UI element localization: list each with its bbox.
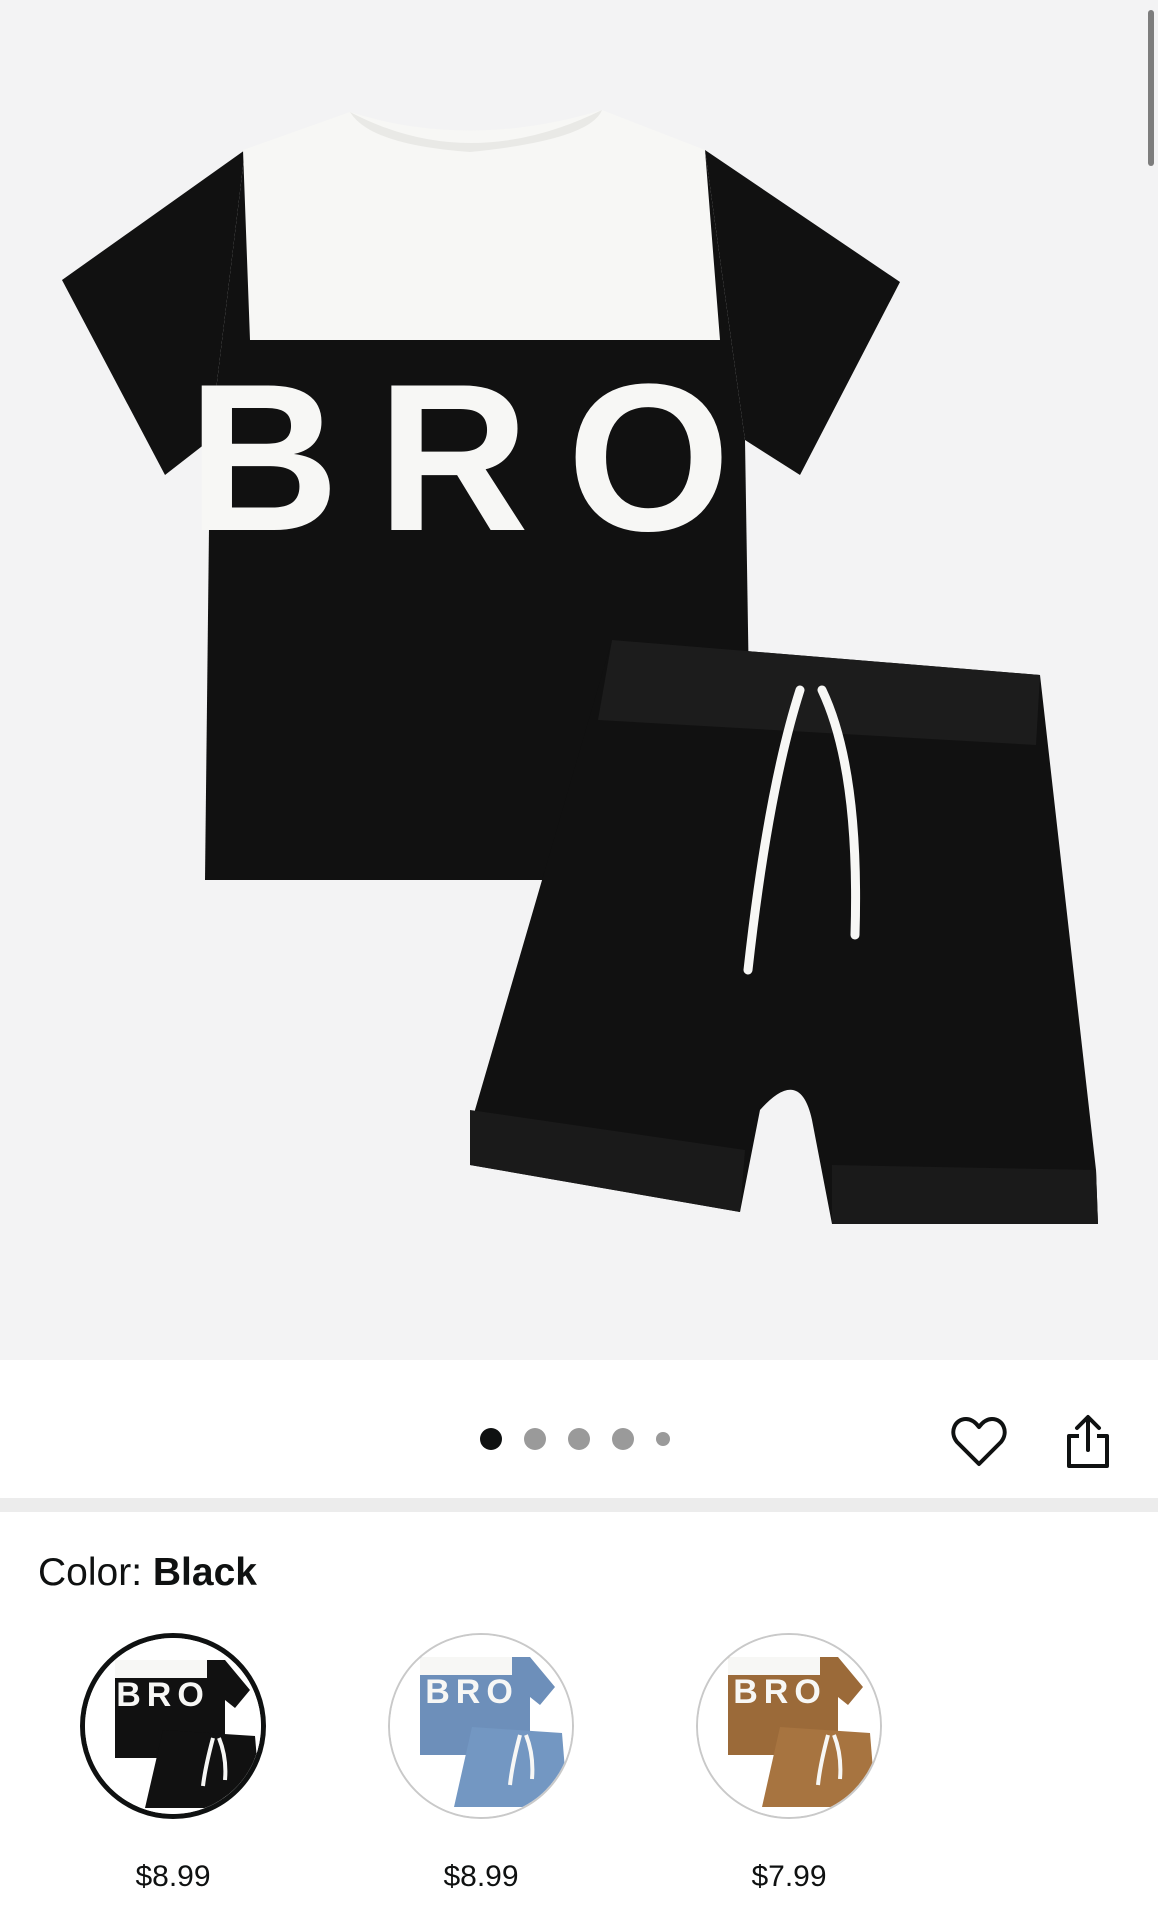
swatch-thumbnail: BRO bbox=[80, 1633, 266, 1819]
swatch-print-text: BRO bbox=[116, 1676, 210, 1714]
share-icon bbox=[1067, 1415, 1109, 1468]
share-button[interactable] bbox=[1056, 1410, 1120, 1474]
carousel-dot-3[interactable] bbox=[568, 1428, 590, 1450]
selected-color-value: Black bbox=[152, 1551, 257, 1594]
section-divider bbox=[0, 1498, 1158, 1512]
color-swatch-brown[interactable]: BRO $7.99 bbox=[694, 1633, 884, 1895]
outfit-illustration: BRO bbox=[62, 110, 1098, 1224]
swatch-print-text: BRO bbox=[425, 1673, 519, 1711]
swatch-price: $8.99 bbox=[443, 1860, 519, 1893]
image-scrollbar[interactable] bbox=[1148, 10, 1154, 166]
color-swatch-black[interactable]: BRO $8.99 bbox=[78, 1633, 268, 1895]
heart-icon bbox=[951, 1417, 1007, 1466]
carousel-indicator[interactable] bbox=[480, 1428, 670, 1450]
carousel-dot-2[interactable] bbox=[524, 1428, 546, 1450]
swatch-print-text: BRO bbox=[733, 1673, 827, 1711]
carousel-dot-4[interactable] bbox=[612, 1428, 634, 1450]
carousel-dot-5[interactable] bbox=[656, 1432, 670, 1446]
swatch-price: $7.99 bbox=[751, 1860, 827, 1893]
swatch-thumbnail: BRO bbox=[696, 1633, 882, 1819]
color-label: Color: Black bbox=[38, 1548, 257, 1598]
color-label-prefix: Color: bbox=[38, 1551, 153, 1594]
carousel-dot-1[interactable] bbox=[480, 1428, 502, 1450]
product-image[interactable]: BRO bbox=[0, 0, 1158, 1360]
color-swatch-blue[interactable]: BRO $8.99 bbox=[386, 1633, 576, 1895]
swatch-price: $8.99 bbox=[135, 1860, 211, 1893]
swatch-outfit-image: BRO bbox=[698, 1635, 880, 1817]
swatch-outfit-image: BRO bbox=[390, 1635, 572, 1817]
shirt-print-text: BRO bbox=[188, 340, 769, 575]
swatch-outfit-image: BRO bbox=[85, 1638, 261, 1814]
favorite-button[interactable] bbox=[947, 1410, 1011, 1474]
swatch-thumbnail: BRO bbox=[388, 1633, 574, 1819]
